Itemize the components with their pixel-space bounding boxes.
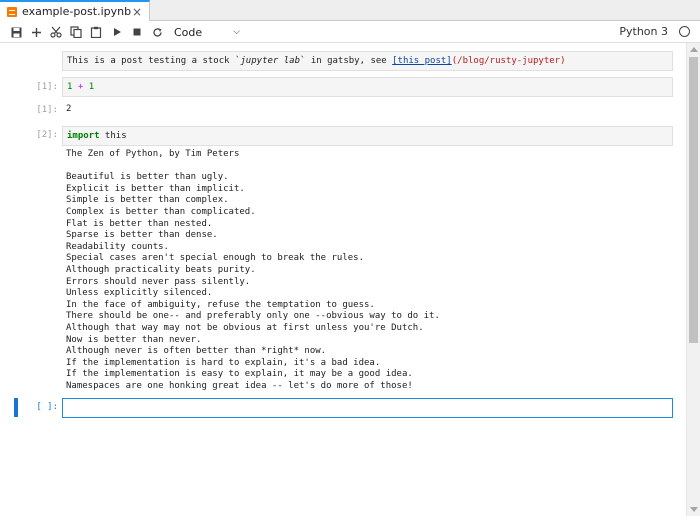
output-prompt: [1]:	[36, 105, 58, 115]
markdown-cell[interactable]: This is a post testing a stock `jupyter …	[62, 51, 673, 71]
markdown-link[interactable]: [this post]	[392, 56, 452, 66]
code-token-name: this	[99, 131, 127, 141]
run-button[interactable]	[109, 24, 125, 40]
save-button[interactable]	[8, 24, 24, 40]
restart-button[interactable]	[149, 24, 165, 40]
cell-type-value: Code	[174, 25, 203, 39]
input-prompt: [1]:	[36, 82, 58, 92]
kernel-status-circle-icon	[679, 26, 690, 37]
code-token-operator: +	[72, 82, 89, 92]
close-icon[interactable]: ×	[131, 6, 143, 18]
notebook-toolbar: Code ⌵ Python 3	[0, 21, 700, 43]
save-icon	[11, 27, 21, 37]
scroll-down-icon[interactable]	[690, 507, 698, 512]
paste-button[interactable]	[88, 24, 104, 40]
markdown-text: This is a post testing a stock `	[67, 56, 241, 66]
cell-type-dropdown[interactable]: Code ⌵	[174, 24, 240, 40]
code-token-number: 1	[88, 82, 95, 92]
stop-icon	[133, 28, 141, 36]
code-cell-input[interactable]: 1 + 1	[62, 77, 673, 97]
code-cell-input[interactable]: import this	[62, 126, 673, 146]
scrollbar-thumb[interactable]	[689, 57, 698, 343]
tab-example-post[interactable]: example-post.ipynb ×	[0, 0, 150, 21]
markdown-link-url: (/blog/rusty-jupyter)	[451, 56, 566, 66]
scroll-up-icon[interactable]	[690, 47, 698, 52]
cell-output: 2	[66, 104, 72, 114]
kernel-name[interactable]: Python 3	[619, 24, 668, 40]
cut-button[interactable]	[48, 24, 64, 40]
interrupt-button[interactable]	[129, 24, 145, 40]
markdown-inline-code: jupyter lab	[240, 56, 300, 66]
tab-title: example-post.ipynb	[22, 5, 132, 18]
scissors-icon	[50, 26, 62, 38]
play-icon	[114, 28, 121, 36]
notebook-panel: This is a post testing a stock `jupyter …	[0, 43, 685, 516]
tab-bar: example-post.ipynb ×	[0, 0, 700, 21]
input-prompt: [2]:	[36, 130, 58, 140]
refresh-icon	[152, 27, 162, 37]
notebook-icon	[7, 6, 17, 17]
input-prompt: [ ]:	[36, 402, 58, 412]
plus-icon	[31, 27, 41, 37]
chevron-down-icon: ⌵	[233, 27, 240, 37]
code-token-keyword: import	[67, 131, 100, 141]
vertical-scrollbar[interactable]	[686, 43, 700, 516]
copy-icon	[70, 26, 82, 38]
insert-cell-button[interactable]	[28, 24, 44, 40]
markdown-text-mid: ` in gatsby, see	[300, 56, 393, 66]
cell-output-zen: The Zen of Python, by Tim Peters Beautif…	[66, 149, 440, 391]
paste-icon	[90, 26, 102, 38]
code-cell-input-active[interactable]	[62, 398, 673, 418]
copy-button[interactable]	[68, 24, 84, 40]
